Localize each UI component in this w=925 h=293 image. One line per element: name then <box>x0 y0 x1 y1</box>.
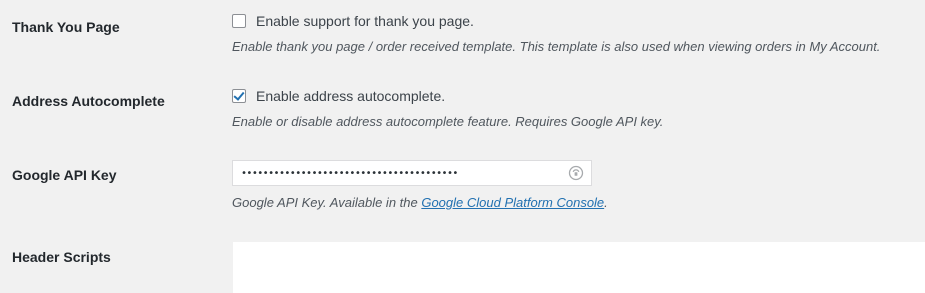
settings-form: Thank You Page Enable support for thank … <box>0 0 925 293</box>
address-autocomplete-checkbox-label[interactable]: Enable address autocomplete. <box>256 88 445 104</box>
thank-you-page-label: Thank You Page <box>12 19 120 35</box>
google-api-key-description-suffix: . <box>604 195 608 210</box>
address-autocomplete-checkbox[interactable] <box>232 89 246 103</box>
google-api-key-description: Google API Key. Available in the Google … <box>232 195 608 210</box>
address-autocomplete-description: Enable or disable address autocomplete f… <box>232 114 664 129</box>
key-reveal-icon[interactable] <box>568 165 584 181</box>
header-scripts-label: Header Scripts <box>12 249 111 265</box>
google-api-key-input[interactable]: •••••••••••••••••••••••••••••••••••••••• <box>232 160 592 186</box>
google-api-key-field: ••••••••••••••••••••••••••••••••••••••••… <box>232 160 608 210</box>
google-api-key-label: Google API Key <box>12 167 117 183</box>
address-autocomplete-field: Enable address autocomplete. Enable or d… <box>232 86 663 129</box>
address-autocomplete-option[interactable]: Enable address autocomplete. <box>232 86 663 106</box>
thank-you-page-checkbox-label[interactable]: Enable support for thank you page. <box>256 13 474 29</box>
google-api-key-masked-value: •••••••••••••••••••••••••••••••••••••••• <box>241 167 458 179</box>
address-autocomplete-label: Address Autocomplete <box>12 93 165 109</box>
header-scripts-editor[interactable] <box>233 242 925 293</box>
google-cloud-console-link[interactable]: Google Cloud Platform Console <box>421 195 604 210</box>
google-api-key-description-prefix: Google API Key. Available in the <box>232 195 422 210</box>
thank-you-page-option[interactable]: Enable support for thank you page. <box>232 11 880 31</box>
thank-you-page-checkbox[interactable] <box>232 14 246 28</box>
thank-you-page-field: Enable support for thank you page. Enabl… <box>232 11 880 54</box>
thank-you-page-description: Enable thank you page / order received t… <box>232 39 881 54</box>
